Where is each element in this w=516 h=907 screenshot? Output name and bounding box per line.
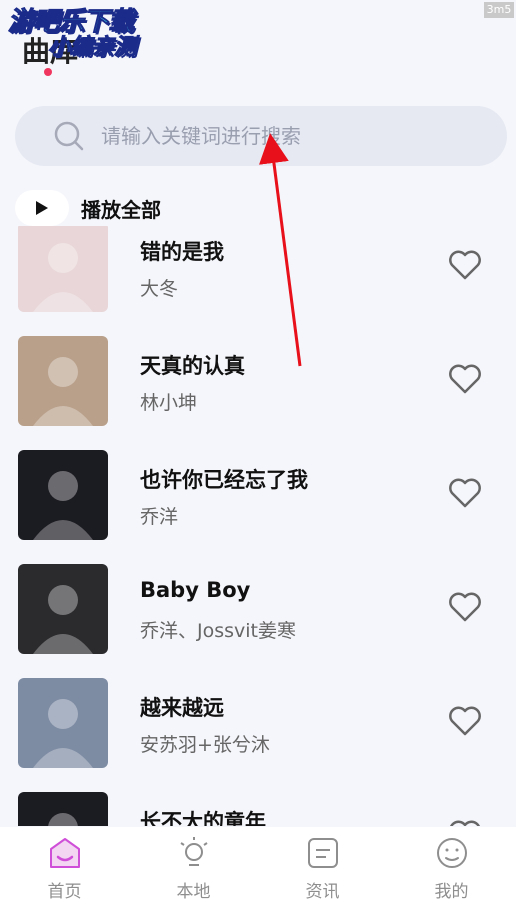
bottom-tab-bar: 首页 本地 资讯 我的: [0, 827, 516, 907]
song-artist: 安苏羽+张兮沐: [140, 734, 270, 756]
song-title: Baby Boy: [140, 578, 251, 602]
album-cover[interactable]: [18, 336, 108, 426]
album-cover[interactable]: [18, 226, 108, 312]
bulb-icon: [179, 837, 208, 866]
title-indicator-dot: [44, 68, 52, 76]
watermark-line1: 游吧乐下载: [7, 7, 134, 37]
heart-icon[interactable]: [448, 364, 482, 394]
song-title: 也许你已经忘了我: [140, 468, 308, 492]
heart-icon[interactable]: [448, 706, 482, 736]
play-icon: [36, 201, 48, 215]
tab-label: 资讯: [305, 882, 340, 902]
person-icon: [33, 585, 93, 654]
song-row[interactable]: 也许你已经忘了我 乔洋: [0, 432, 516, 546]
tab-news[interactable]: 资讯: [258, 827, 387, 907]
song-row[interactable]: Baby Boy 乔洋、Jossvit姜寒: [0, 546, 516, 660]
search-icon: [54, 121, 84, 151]
album-cover[interactable]: [18, 564, 108, 654]
song-title: 天真的认真: [140, 354, 245, 378]
person-icon: [33, 243, 93, 312]
song-row[interactable]: 越来越远安苏羽+张兮沐: [0, 660, 516, 774]
song-artist: 乔洋、Jossvit姜寒: [140, 620, 296, 642]
tab-label: 本地: [176, 882, 211, 902]
search-bar[interactable]: [15, 106, 507, 166]
song-artist: 大冬: [140, 278, 179, 300]
play-icon-button[interactable]: [15, 190, 69, 226]
person-icon: [33, 699, 93, 768]
heart-icon[interactable]: [448, 820, 482, 826]
person-icon: [48, 813, 78, 826]
song-row[interactable]: 错的是我 大冬: [0, 226, 516, 318]
search-input[interactable]: [99, 123, 463, 149]
play-all-label: 播放全部: [81, 197, 161, 222]
play-all-button[interactable]: 播放全部: [15, 190, 161, 226]
heart-icon[interactable]: [448, 592, 482, 622]
home-icon: [49, 838, 80, 868]
tab-label: 首页: [47, 882, 82, 902]
song-title: 错的是我: [140, 240, 224, 264]
song-artist: 乔洋: [140, 506, 179, 528]
tab-mine[interactable]: 我的: [387, 827, 516, 907]
tab-label: 我的: [434, 882, 469, 902]
heart-icon[interactable]: [448, 250, 482, 280]
song-list[interactable]: 错的是我大冬天真的认真林小坤也许你已经忘了我 乔洋 Baby Boy 乔洋、Jossv…: [0, 226, 516, 826]
person-icon: [33, 357, 93, 426]
person-icon: [33, 471, 93, 540]
album-cover[interactable]: [18, 450, 108, 540]
song-title: 长不大的童年: [140, 810, 266, 826]
watermark-line2: 小编亲测: [47, 35, 137, 60]
album-cover[interactable]: [18, 678, 108, 768]
corner-tag: 3m5: [484, 2, 514, 18]
song-row[interactable]: 天真的认真 林小坤: [0, 318, 516, 432]
watermark: 游吧乐下载 小编亲测: [7, 7, 137, 61]
song-row[interactable]: 长不大的童年: [0, 774, 516, 826]
heart-icon[interactable]: [448, 478, 482, 508]
album-cover[interactable]: [18, 792, 108, 826]
news-icon: [307, 838, 338, 868]
tab-local[interactable]: 本地: [129, 827, 258, 907]
profile-icon: [436, 838, 467, 868]
tab-home[interactable]: 首页: [0, 827, 129, 907]
song-title: 越来越远: [140, 696, 224, 720]
song-artist: 林小坤: [140, 392, 198, 414]
